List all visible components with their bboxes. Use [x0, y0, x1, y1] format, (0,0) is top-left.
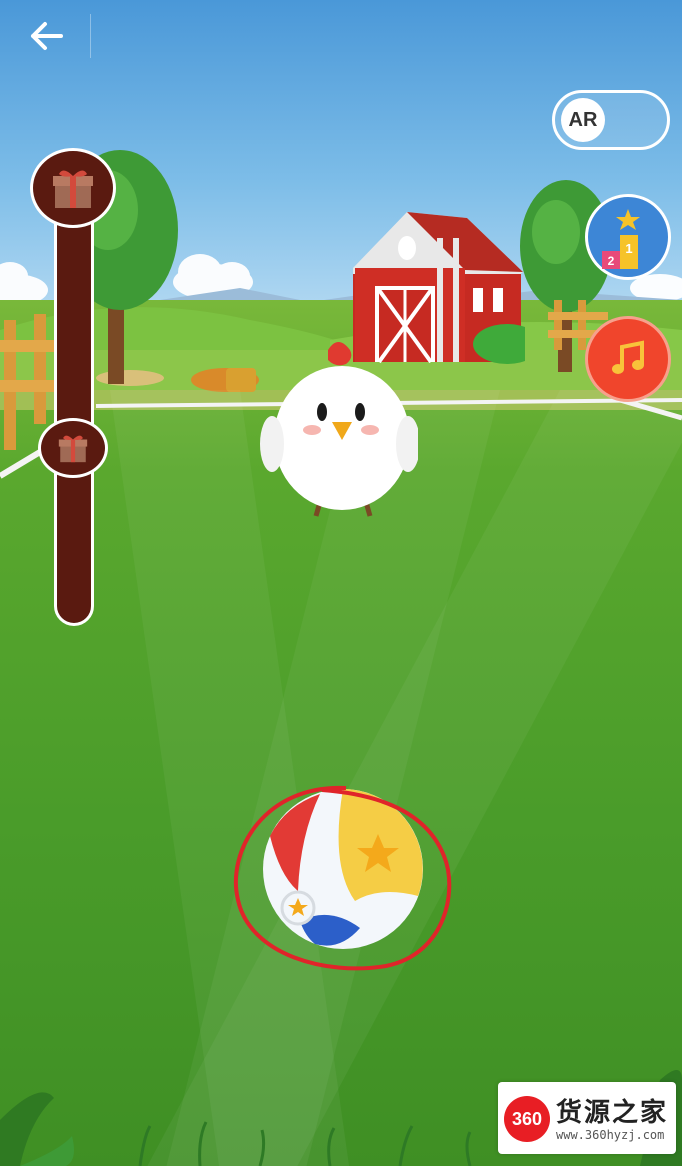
ar-toggle-label: AR — [568, 108, 598, 131]
ar-toggle[interactable]: AR — [552, 90, 670, 150]
arrow-left-icon — [31, 22, 63, 50]
back-button[interactable] — [22, 16, 70, 56]
toolbar-divider — [90, 14, 91, 58]
reward-gift-top[interactable] — [30, 148, 116, 228]
podium-number-1: 1 — [625, 241, 632, 256]
gift-icon — [58, 435, 88, 463]
ar-toggle-knob: AR — [561, 98, 605, 142]
highlight-circle — [233, 785, 452, 971]
podium-number-2: 2 — [608, 254, 615, 268]
gift-icon — [53, 170, 93, 208]
watermark-url: www.360hyzj.com — [556, 1128, 665, 1142]
music-note-icon — [612, 340, 644, 374]
watermark: 360 货源之家 www.360hyzj.com — [498, 1082, 676, 1154]
watermark-logo: 360 — [504, 1096, 550, 1142]
watermark-title: 货源之家 — [556, 1098, 669, 1128]
music-button[interactable] — [585, 316, 671, 402]
leaderboard-button[interactable]: 1 2 — [585, 194, 671, 280]
chicken-character — [260, 342, 418, 517]
reward-gift-progress[interactable] — [38, 418, 108, 478]
podium-icon: 1 2 — [602, 209, 640, 269]
